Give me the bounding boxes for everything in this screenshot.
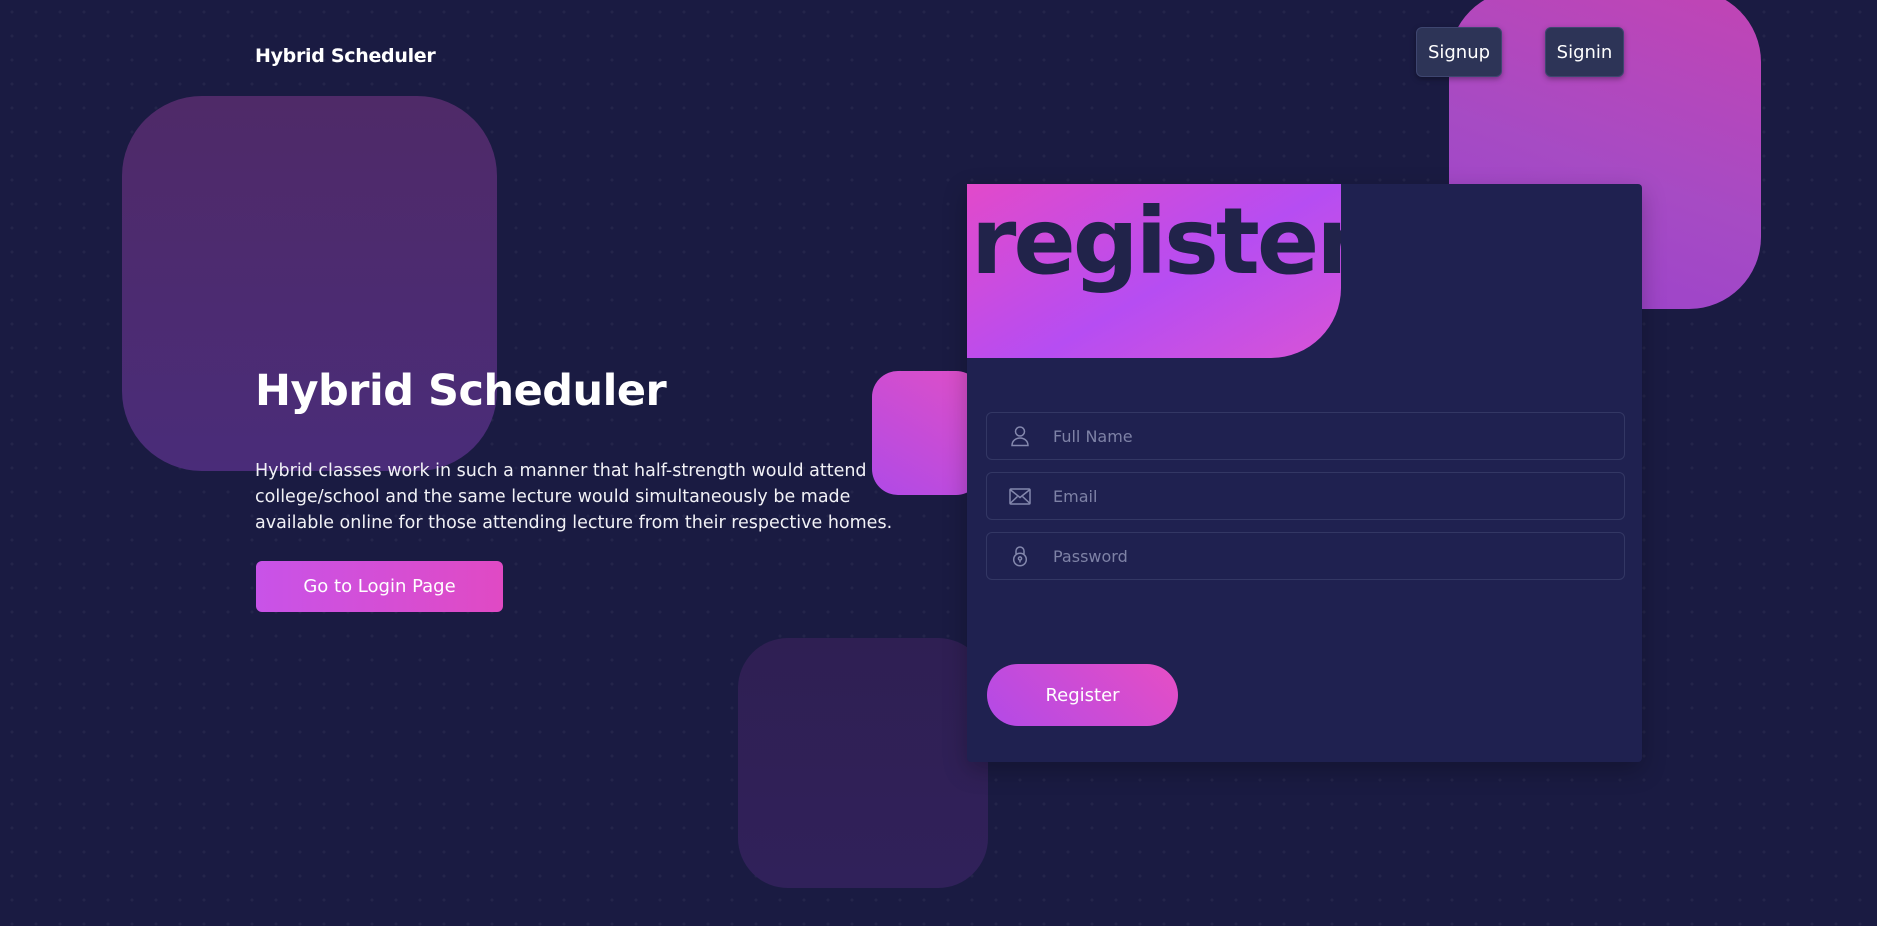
password-input[interactable] (1053, 546, 1624, 566)
full-name-input[interactable] (1053, 426, 1624, 446)
signin-button[interactable]: Signin (1545, 27, 1624, 77)
hero-title: Hybrid Scheduler (255, 366, 667, 416)
mail-icon (987, 473, 1053, 519)
lock-icon (987, 533, 1053, 579)
email-field[interactable] (986, 472, 1625, 520)
register-title: register (971, 188, 1341, 295)
signup-button[interactable]: Signup (1416, 27, 1502, 77)
full-name-field[interactable] (986, 412, 1625, 460)
register-button[interactable]: Register (987, 664, 1178, 726)
brand-logo[interactable]: Hybrid Scheduler (255, 45, 436, 67)
email-input[interactable] (1053, 486, 1624, 506)
password-field[interactable] (986, 532, 1625, 580)
register-card: register Full Name Email Register (967, 184, 1642, 762)
hero-description: Hybrid classes work in such a manner tha… (255, 461, 893, 533)
register-banner: register (967, 184, 1341, 358)
user-icon (987, 413, 1053, 459)
go-to-login-button[interactable]: Go to Login Page (256, 561, 503, 612)
decorative-blob-bottom (738, 638, 988, 888)
